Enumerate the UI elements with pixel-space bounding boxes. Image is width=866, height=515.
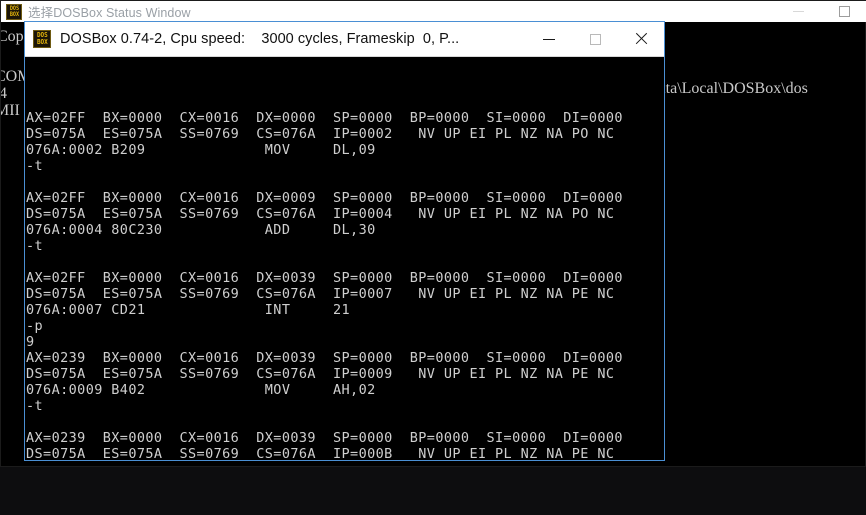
console-line: -t bbox=[26, 238, 44, 254]
outer-maximize-button[interactable] bbox=[821, 1, 866, 22]
minimize-icon bbox=[543, 38, 555, 40]
console-line: DS=075A ES=075A SS=0769 CS=076A IP=0009 … bbox=[26, 366, 615, 382]
desktop-background: DOS BOX 选择DOSBox Status Window Cop COM 7… bbox=[0, 0, 866, 515]
console-line: 076A:0004 80C230 ADD DL,30 bbox=[26, 222, 376, 238]
maximize-icon bbox=[838, 6, 850, 17]
background-text-path: Data\Local\DOSBox\dos bbox=[647, 80, 808, 97]
console-line: AX=0239 BX=0000 CX=0016 DX=0039 SP=0000 … bbox=[26, 430, 623, 446]
dosbox-icon-text-bottom: BOX bbox=[36, 38, 48, 46]
console-line: 076A:0009 B402 MOV AH,02 bbox=[26, 382, 376, 398]
console-line: AX=0239 BX=0000 CX=0016 DX=0039 SP=0000 … bbox=[26, 350, 623, 366]
outer-window-titlebar[interactable]: DOS BOX 选择DOSBox Status Window bbox=[1, 1, 866, 22]
dosbox-window-controls bbox=[526, 22, 664, 56]
console-line: DS=075A ES=075A SS=0769 CS=076A IP=000B … bbox=[26, 446, 615, 460]
close-icon bbox=[634, 32, 648, 46]
dosbox-icon-text-bottom: BOX bbox=[9, 10, 19, 18]
console-line: -t bbox=[26, 158, 44, 174]
dosbox-close-button[interactable] bbox=[618, 22, 664, 56]
console-line: 076A:0007 CD21 INT 21 bbox=[26, 302, 351, 318]
console-line: DS=075A ES=075A SS=0769 CS=076A IP=0004 … bbox=[26, 206, 615, 222]
console-line: 9 bbox=[26, 334, 35, 350]
console-line: 076A:0002 B209 MOV DL,09 bbox=[26, 142, 376, 158]
dosbox-status-window[interactable]: DOS BOX DOSBox 0.74-2, Cpu speed: 3000 c… bbox=[24, 21, 665, 461]
console-line: -t bbox=[26, 398, 44, 414]
console-line: -p bbox=[26, 318, 44, 334]
console-line: AX=02FF BX=0000 CX=0016 DX=0009 SP=0000 … bbox=[26, 190, 623, 206]
dosbox-maximize-button[interactable] bbox=[572, 22, 618, 56]
outer-window-title: 选择DOSBox Status Window bbox=[28, 6, 191, 20]
dosbox-icon: DOS BOX bbox=[33, 30, 51, 48]
background-text-line-4: MII bbox=[1, 102, 20, 119]
dosbox-minimize-button[interactable] bbox=[526, 22, 572, 56]
console-line: AX=02FF BX=0000 CX=0016 DX=0039 SP=0000 … bbox=[26, 270, 623, 286]
dosbox-titlebar[interactable]: DOS BOX DOSBox 0.74-2, Cpu speed: 3000 c… bbox=[25, 22, 664, 57]
dosbox-window-title: DOSBox 0.74-2, Cpu speed: 3000 cycles, F… bbox=[60, 31, 460, 47]
minimize-icon bbox=[792, 11, 804, 12]
dosbox-console-output[interactable]: AX=02FF BX=0000 CX=0016 DX=0000 SP=0000 … bbox=[25, 57, 664, 460]
background-text-line-1: Cop bbox=[1, 28, 24, 45]
console-line: AX=02FF BX=0000 CX=0016 DX=0000 SP=0000 … bbox=[26, 110, 623, 126]
dosbox-icon: DOS BOX bbox=[6, 3, 22, 20]
outer-minimize-button[interactable] bbox=[775, 1, 821, 22]
maximize-icon bbox=[589, 33, 601, 45]
console-line: DS=075A ES=075A SS=0769 CS=076A IP=0007 … bbox=[26, 286, 615, 302]
outer-window-controls bbox=[775, 1, 866, 22]
console-line: DS=075A ES=075A SS=0769 CS=076A IP=0002 … bbox=[26, 126, 615, 142]
background-text-line-3: 74 bbox=[1, 85, 7, 102]
